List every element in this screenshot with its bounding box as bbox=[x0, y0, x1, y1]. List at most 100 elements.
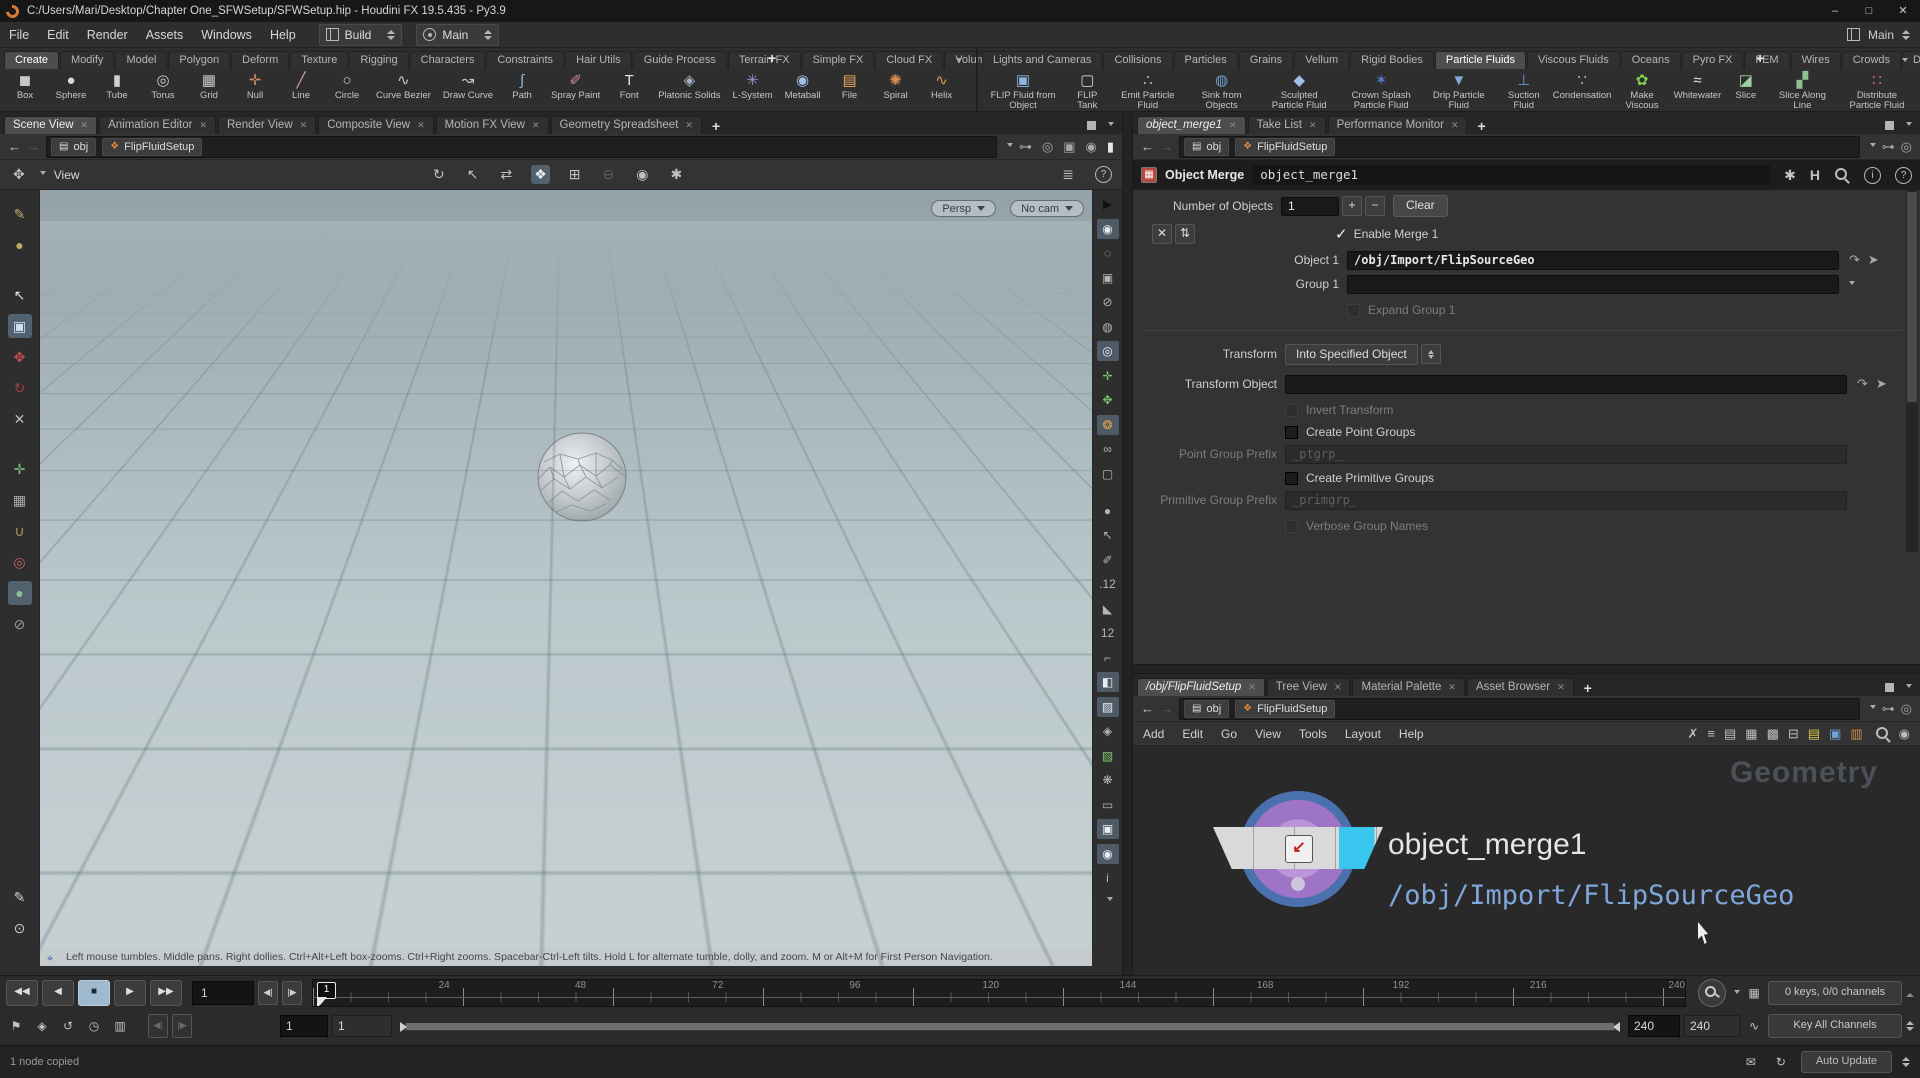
houdini-badge-icon[interactable]: H bbox=[1810, 167, 1820, 183]
add-object-icon[interactable]: ⊞ bbox=[566, 165, 584, 184]
shelf-tab[interactable]: Rigid Bodies bbox=[1350, 51, 1434, 69]
flipbook-icon[interactable]: ◉ bbox=[633, 165, 651, 184]
add-shelf-tab-button[interactable]: + bbox=[760, 50, 784, 66]
shelf-tab[interactable]: Collisions bbox=[1103, 51, 1172, 69]
grid-tool-icon[interactable]: ▦ Grid bbox=[186, 70, 232, 102]
tube-tool-icon[interactable]: ▮ Tube bbox=[94, 70, 140, 102]
shelf-tab[interactable]: Particle Fluids bbox=[1435, 51, 1526, 69]
pane-maximize-icon[interactable] bbox=[1885, 121, 1894, 130]
path-field[interactable]: ▤ obj ❖ FlipFluidSetup bbox=[46, 136, 997, 158]
play-backward-button[interactable]: ◀ bbox=[42, 980, 74, 1006]
minimize-button[interactable]: – bbox=[1818, 0, 1852, 22]
box-snap-icon[interactable]: ▦ bbox=[8, 488, 32, 512]
playhead-marker[interactable]: 1 bbox=[317, 982, 336, 999]
pane-tab[interactable]: Asset Browser ✕ bbox=[1467, 678, 1574, 696]
points-tool-icon[interactable]: ● bbox=[8, 581, 32, 605]
grid-display-icon[interactable]: ▩ bbox=[1767, 726, 1779, 742]
node-name-field[interactable]: object_merge1 bbox=[1252, 165, 1770, 185]
ghost-objects-icon[interactable]: ◌ bbox=[1097, 243, 1119, 263]
shelf-tab[interactable]: Characters bbox=[410, 51, 486, 69]
projection-menu[interactable]: Persp bbox=[931, 200, 996, 217]
close-tab-icon[interactable]: ✕ bbox=[1248, 682, 1256, 693]
key-options-caret[interactable] bbox=[1734, 990, 1740, 997]
menu-item[interactable]: Render bbox=[78, 28, 137, 42]
radial-menu-icon[interactable]: ◎ bbox=[1901, 139, 1912, 155]
add-shelf-tab-button[interactable]: + bbox=[1748, 50, 1772, 66]
main-menu-spinner[interactable] bbox=[484, 26, 492, 44]
slice-tool-icon[interactable]: ◪ Slice bbox=[1723, 70, 1769, 102]
tree-list-icon[interactable]: ≡ bbox=[1707, 726, 1715, 741]
file-tool-icon[interactable]: ▤ File bbox=[827, 70, 873, 102]
step-forward-button[interactable]: |▶ bbox=[282, 981, 302, 1005]
shelf-tab[interactable]: Polygon bbox=[168, 51, 230, 69]
clear-button[interactable]: Clear bbox=[1393, 195, 1448, 217]
maximize-button[interactable]: □ bbox=[1852, 0, 1886, 22]
status-bubble-icon[interactable]: ✉ bbox=[1741, 1052, 1761, 1072]
desktop-spinner[interactable] bbox=[387, 26, 395, 44]
curve-bezier-tool-icon[interactable]: ∿ Curve Bezier bbox=[370, 70, 437, 102]
lamp-tool-icon[interactable]: ⊙ bbox=[8, 916, 32, 940]
pivot-move-icon[interactable]: ✥ bbox=[1097, 390, 1119, 410]
template-display-icon[interactable]: ▧ bbox=[1097, 746, 1119, 766]
pin-pane-icon[interactable]: ⊶ bbox=[1882, 701, 1895, 717]
pane-menu-caret[interactable] bbox=[1906, 684, 1912, 691]
keys-summary-button[interactable]: 0 keys, 0/0 channels bbox=[1768, 981, 1902, 1005]
pane-tab[interactable]: Motion FX View ✕ bbox=[436, 116, 549, 134]
flip-fluid-from-object-tool-icon[interactable]: ▣ FLIP Fluid from Object bbox=[982, 70, 1064, 113]
search-parameters-icon[interactable] bbox=[1834, 167, 1850, 183]
invert-transform-checkbox[interactable] bbox=[1285, 404, 1298, 417]
pane-tab[interactable]: Tree View ✕ bbox=[1267, 678, 1351, 696]
pane-tab[interactable]: Material Palette ✕ bbox=[1352, 678, 1464, 696]
background-image-icon[interactable]: ▣ bbox=[1829, 726, 1841, 742]
rotate-tool-icon[interactable]: ↻ bbox=[8, 376, 32, 400]
flip-tank-tool-icon[interactable]: ▢ FLIP Tank bbox=[1064, 70, 1111, 113]
close-tab-icon[interactable]: ✕ bbox=[1451, 120, 1459, 131]
radial-menu-icon[interactable]: ◎ bbox=[1901, 701, 1912, 717]
close-tab-icon[interactable]: ✕ bbox=[1229, 120, 1237, 131]
emit-particle-fluid-tool-icon[interactable]: ∴ Emit Particle Fluid bbox=[1111, 70, 1185, 113]
desktop-switcher[interactable]: Main bbox=[1847, 26, 1920, 44]
remove-object-button[interactable]: − bbox=[1365, 196, 1385, 216]
network-menu-item[interactable]: Help bbox=[1399, 727, 1424, 741]
set-key-button[interactable] bbox=[1698, 979, 1726, 1007]
create-point-groups-checkbox[interactable] bbox=[1285, 426, 1298, 439]
view-menu-caret[interactable] bbox=[40, 171, 46, 178]
key-all-spinner[interactable] bbox=[1906, 1017, 1914, 1035]
pane-tab[interactable]: /obj/FlipFluidSetup ✕ bbox=[1137, 678, 1265, 696]
radial-menu-icon[interactable]: ◎ bbox=[1042, 139, 1053, 155]
sticky-note-icon[interactable]: ▤ bbox=[1808, 726, 1820, 742]
sink-from-objects-tool-icon[interactable]: ◍ Sink from Objects bbox=[1185, 70, 1258, 113]
range-right-handle[interactable] bbox=[1608, 1022, 1620, 1032]
shelf-tab[interactable]: Grains bbox=[1239, 51, 1293, 69]
stop-button[interactable]: ■ bbox=[78, 980, 110, 1006]
range-end-field[interactable]: 240 bbox=[1628, 1015, 1680, 1037]
close-tab-icon[interactable]: ✕ bbox=[199, 120, 207, 131]
keyframe-sheet-icon[interactable]: ▦ bbox=[1744, 983, 1764, 1003]
scale-tool-icon[interactable]: ✕ bbox=[8, 407, 32, 431]
brush-tool-icon[interactable]: ✎ bbox=[8, 202, 32, 226]
expand-group-checkbox[interactable] bbox=[1347, 304, 1360, 317]
verbose-group-names-checkbox[interactable] bbox=[1285, 520, 1298, 533]
group1-field[interactable] bbox=[1347, 275, 1839, 294]
network-overview-icon[interactable]: ◉ bbox=[1899, 726, 1910, 742]
auto-update-spinner[interactable] bbox=[1902, 1053, 1910, 1071]
crown-splash-particle-fluid-tool-icon[interactable]: ✶ Crown Splash Particle Fluid bbox=[1340, 70, 1422, 113]
path-history-caret[interactable] bbox=[1870, 705, 1876, 712]
shelf-overflow-caret[interactable] bbox=[956, 58, 962, 65]
path-crumb-current[interactable]: ❖ FlipFluidSetup bbox=[102, 138, 202, 156]
point-markers-icon[interactable]: ● bbox=[1097, 501, 1119, 521]
magnet-snap-icon[interactable]: ∪ bbox=[8, 519, 32, 543]
pane-tab[interactable]: Scene View ✕ bbox=[4, 116, 97, 134]
stowbar-icon[interactable]: ▮ bbox=[1107, 139, 1114, 155]
node-flag-dot[interactable] bbox=[1291, 877, 1305, 891]
suction-fluid-tool-icon[interactable]: ⊥ Suction Fluid bbox=[1495, 70, 1552, 113]
pane-tab[interactable]: Performance Monitor ✕ bbox=[1328, 116, 1468, 134]
tumble-view-icon[interactable]: ↻ bbox=[430, 165, 448, 184]
playback-range-slider[interactable] bbox=[400, 1019, 1620, 1033]
nav-back-icon[interactable]: ← bbox=[1141, 701, 1154, 716]
prim-numbers-icon[interactable]: 12 bbox=[1097, 623, 1119, 643]
prim-group-prefix-field[interactable]: _primgrp_ bbox=[1285, 491, 1847, 510]
search-network-icon[interactable] bbox=[1875, 726, 1891, 742]
main-menu-selector[interactable]: Main bbox=[416, 24, 499, 46]
view-hand-icon[interactable]: ✥ bbox=[10, 165, 28, 184]
